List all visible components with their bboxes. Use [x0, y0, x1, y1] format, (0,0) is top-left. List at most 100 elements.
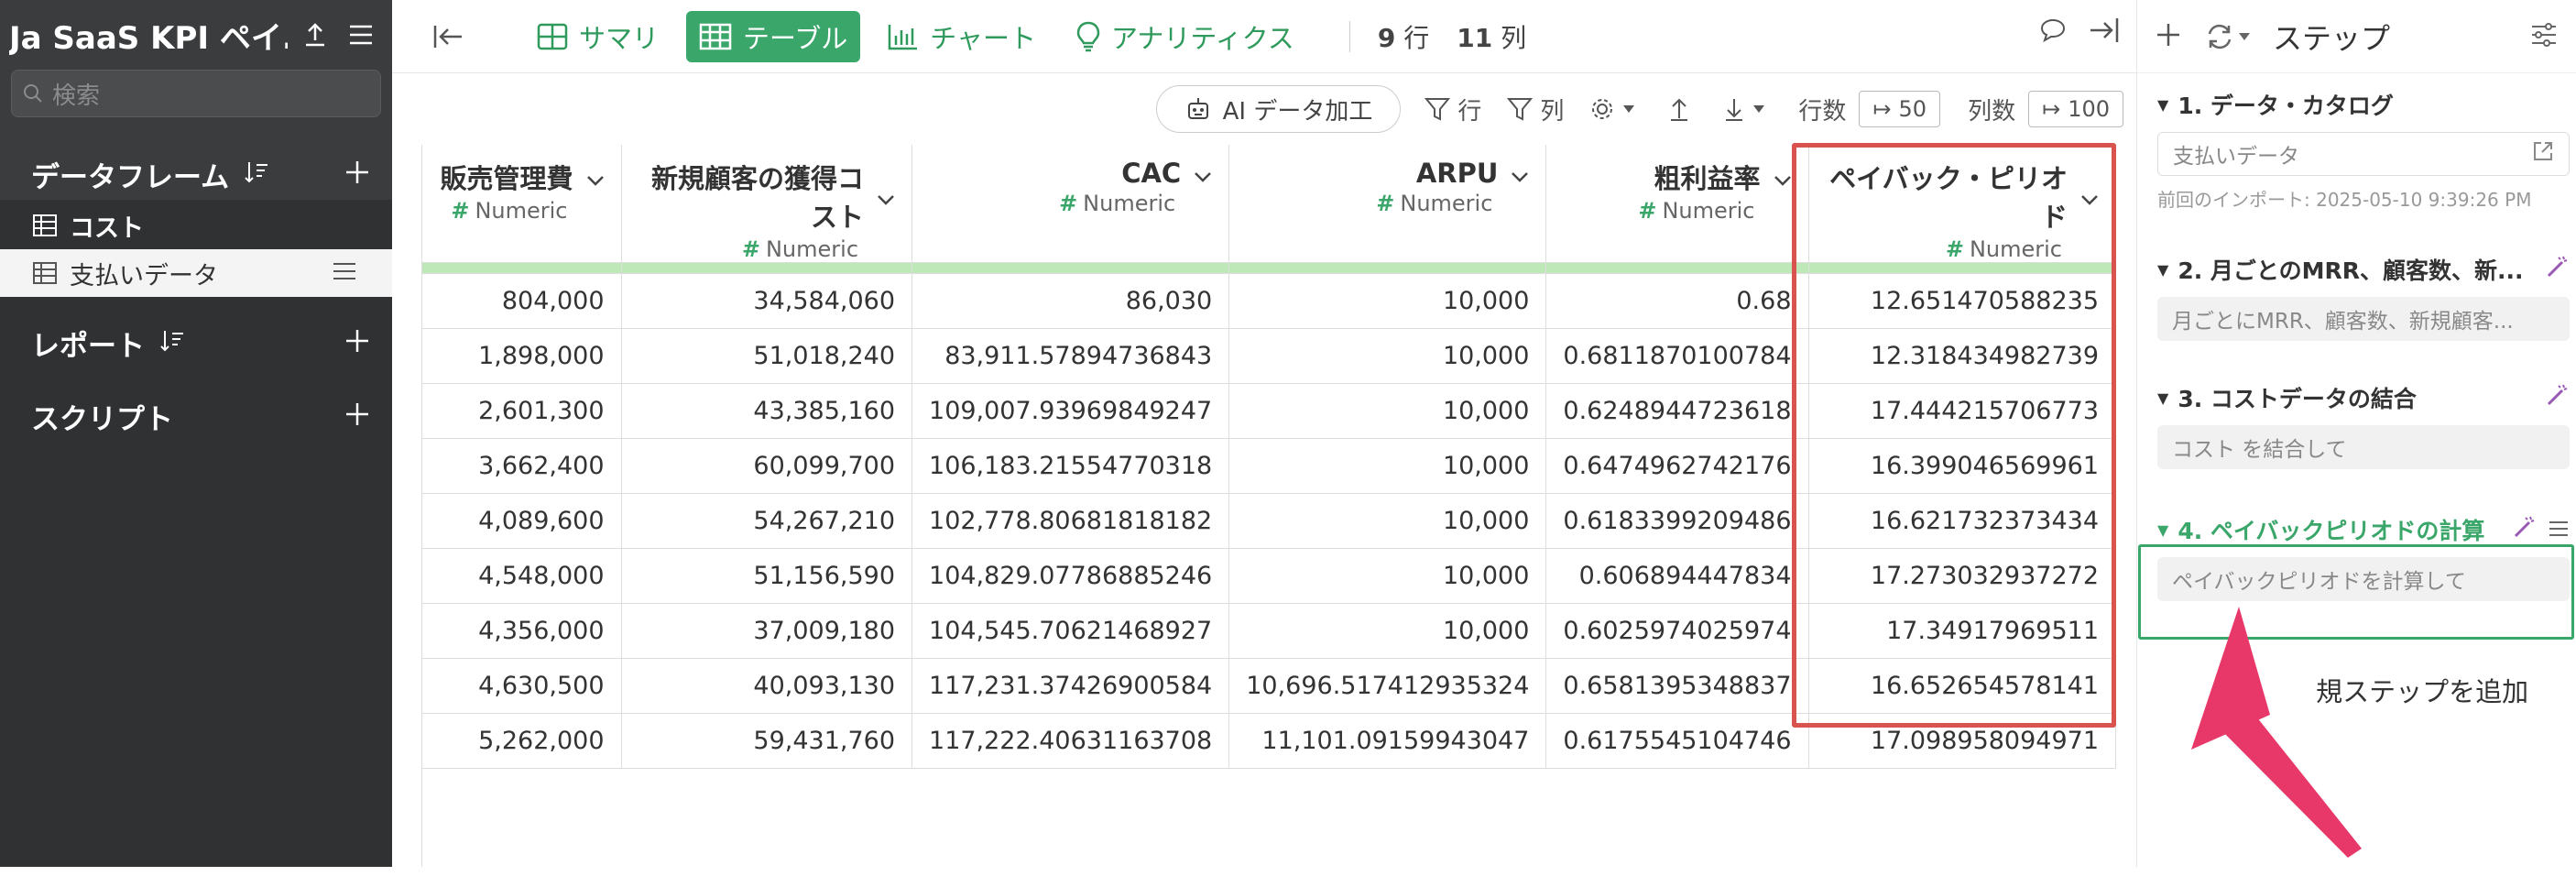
- table-cell[interactable]: 16.399046569961: [1808, 438, 2116, 494]
- download-dropdown[interactable]: [1723, 96, 1773, 122]
- table-cell[interactable]: 51,018,240: [621, 328, 913, 384]
- table-cell[interactable]: 83,911.57894736843: [911, 328, 1230, 384]
- table-cell[interactable]: 12.318434982739: [1808, 328, 2116, 384]
- step-menu-icon[interactable]: [2548, 517, 2570, 543]
- row-limit-input[interactable]: ↦ 50: [1859, 91, 1941, 127]
- menu-icon[interactable]: [343, 16, 379, 53]
- table-cell[interactable]: 10,696.517412935324: [1228, 658, 1547, 714]
- ai-data-processing-button[interactable]: AI データ加工: [1155, 85, 1402, 133]
- add-new-step-button[interactable]: + 規ステップを追加: [2224, 671, 2528, 709]
- column-header[interactable]: 販売管理費 # Numeric: [422, 145, 622, 263]
- collapse-sidebar-button[interactable]: [420, 11, 487, 62]
- chevron-down-icon[interactable]: [1774, 161, 1792, 192]
- sidebar-item-payment-data[interactable]: 支払いデータ: [0, 249, 392, 297]
- external-link-icon[interactable]: [2532, 140, 2554, 168]
- sort-icon[interactable]: [159, 328, 185, 357]
- chevron-down-icon[interactable]: [2080, 181, 2099, 212]
- table-cell[interactable]: 16.652654578141: [1808, 658, 2116, 714]
- table-cell[interactable]: 10,000: [1228, 273, 1547, 329]
- table-cell[interactable]: 0.6811870100784: [1545, 328, 1809, 384]
- chevron-down-icon[interactable]: [586, 161, 605, 192]
- table-cell[interactable]: 12.651470588235: [1808, 273, 2116, 329]
- table-cell[interactable]: 4,630,500: [422, 658, 622, 714]
- table-cell[interactable]: 102,778.80681818182: [911, 493, 1230, 549]
- table-cell[interactable]: 5,262,000: [422, 713, 622, 769]
- add-dataframe-icon[interactable]: [344, 159, 370, 189]
- table-cell[interactable]: 0.6025974025974: [1545, 603, 1809, 659]
- refresh-dropdown[interactable]: [2205, 23, 2251, 50]
- tab-table[interactable]: テーブル: [686, 10, 861, 62]
- table-cell[interactable]: 0.606894447834: [1545, 548, 1809, 604]
- chevron-down-icon[interactable]: [877, 181, 895, 212]
- table-cell[interactable]: 10,000: [1228, 383, 1547, 439]
- table-cell[interactable]: 17.273032937272: [1808, 548, 2116, 604]
- table-cell[interactable]: 10,000: [1228, 603, 1547, 659]
- table-cell[interactable]: 117,222.40631163708: [911, 713, 1230, 769]
- magic-wand-icon[interactable]: [2546, 255, 2570, 284]
- table-cell[interactable]: 106,183.21554770318: [911, 438, 1230, 494]
- table-cell[interactable]: 0.6474962742176: [1545, 438, 1809, 494]
- table-cell[interactable]: 59,431,760: [621, 713, 913, 769]
- step-2[interactable]: ▼ 2. 月ごとのMRR、顧客数、新... 月ごとにMRR、顧客数、新規顧客...: [2157, 251, 2570, 341]
- step-1[interactable]: ▼ 1. データ・カタログ 支払いデータ 前回のインポート: 2025-05-10…: [2157, 86, 2570, 212]
- caret-down-icon[interactable]: ▼: [2157, 389, 2168, 407]
- search-input[interactable]: 検索: [11, 70, 381, 117]
- chevron-down-icon[interactable]: [1194, 158, 1212, 189]
- comment-icon[interactable]: [2039, 16, 2067, 48]
- export-icon[interactable]: [297, 16, 333, 53]
- upload-button[interactable]: [1668, 96, 1697, 122]
- table-cell[interactable]: 4,089,600: [422, 493, 622, 549]
- table-cell[interactable]: 11,101.09159943047: [1228, 713, 1547, 769]
- table-cell[interactable]: 60,099,700: [621, 438, 913, 494]
- table-cell[interactable]: 0.6175545104746: [1545, 713, 1809, 769]
- table-cell[interactable]: 43,385,160: [621, 383, 913, 439]
- tab-chart[interactable]: チャート: [875, 11, 1049, 62]
- table-cell[interactable]: 3,662,400: [422, 438, 622, 494]
- table-cell[interactable]: 1,898,000: [422, 328, 622, 384]
- table-cell[interactable]: 2,601,300: [422, 383, 622, 439]
- tab-summary[interactable]: サマリ: [524, 11, 671, 62]
- table-cell[interactable]: 17.098958094971: [1808, 713, 2116, 769]
- column-header[interactable]: 新規顧客の獲得コスト # Numeric: [621, 145, 913, 263]
- data-catalog-field[interactable]: 支払いデータ: [2157, 132, 2570, 176]
- caret-down-icon[interactable]: ▼: [2157, 96, 2168, 114]
- table-cell[interactable]: 0.6183399209486: [1545, 493, 1809, 549]
- table-cell[interactable]: 51,156,590: [621, 548, 913, 604]
- collapse-right-icon[interactable]: [2089, 16, 2120, 48]
- table-cell[interactable]: 10,000: [1228, 493, 1547, 549]
- add-report-icon[interactable]: [344, 328, 370, 357]
- table-cell[interactable]: 37,009,180: [621, 603, 913, 659]
- table-cell[interactable]: 10,000: [1228, 548, 1547, 604]
- column-header[interactable]: ARPU # Numeric: [1228, 145, 1547, 263]
- table-cell[interactable]: 0.6581395348837: [1545, 658, 1809, 714]
- column-limit-input[interactable]: ↦ 100: [2028, 91, 2123, 127]
- table-cell[interactable]: 10,000: [1228, 438, 1547, 494]
- column-header[interactable]: 粗利益率 # Numeric: [1545, 145, 1809, 263]
- table-cell[interactable]: 54,267,210: [621, 493, 913, 549]
- table-cell[interactable]: 104,829.07786885246: [911, 548, 1230, 604]
- table-cell[interactable]: 40,093,130: [621, 658, 913, 714]
- settings-dropdown[interactable]: [1589, 96, 1643, 122]
- column-filter-button[interactable]: 列: [1507, 93, 1564, 126]
- table-cell[interactable]: 4,548,000: [422, 548, 622, 604]
- caret-down-icon[interactable]: ▼: [2157, 521, 2168, 539]
- item-menu-icon[interactable]: [332, 259, 370, 288]
- table-cell[interactable]: 117,231.37426900584: [911, 658, 1230, 714]
- sliders-icon[interactable]: [2530, 22, 2558, 51]
- step-3[interactable]: ▼ 3. コストデータの結合 コスト を結合して: [2157, 379, 2570, 469]
- table-cell[interactable]: 10,000: [1228, 328, 1547, 384]
- column-header[interactable]: CAC # Numeric: [911, 145, 1230, 263]
- table-cell[interactable]: 17.34917969511: [1808, 603, 2116, 659]
- table-cell[interactable]: 109,007.93969849247: [911, 383, 1230, 439]
- row-filter-button[interactable]: 行: [1424, 93, 1481, 126]
- column-header-payback-period[interactable]: ペイバック・ピリオド # Numeric: [1808, 145, 2116, 263]
- chevron-down-icon[interactable]: [1511, 158, 1529, 189]
- caret-down-icon[interactable]: ▼: [2157, 261, 2168, 279]
- tab-analytics[interactable]: アナリティクス: [1064, 11, 1307, 62]
- table-cell[interactable]: 0.68: [1545, 273, 1809, 329]
- table-cell[interactable]: 0.6248944723618: [1545, 383, 1809, 439]
- sort-icon[interactable]: [244, 159, 269, 189]
- sidebar-item-cost[interactable]: コスト: [0, 202, 392, 249]
- table-cell[interactable]: 16.621732373434: [1808, 493, 2116, 549]
- table-cell[interactable]: 4,356,000: [422, 603, 622, 659]
